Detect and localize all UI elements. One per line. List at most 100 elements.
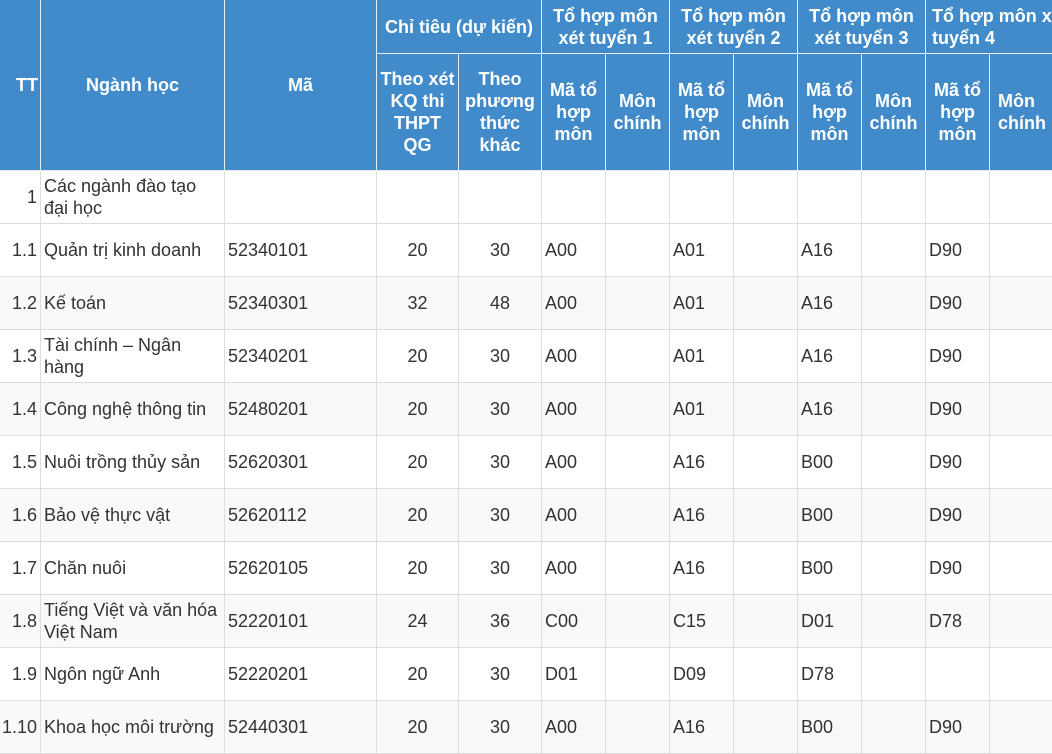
cell-mon-chinh: [989, 435, 1052, 489]
cell-ct2: 30: [457, 382, 543, 436]
cell-th3: B00: [797, 488, 863, 542]
cell-nganh: Ngôn ngữ Anh: [40, 647, 225, 701]
cell-th2: C15: [669, 594, 735, 648]
cell-th4: D90: [925, 435, 991, 489]
cell-tt: 1.4: [0, 382, 41, 436]
header-ma-tohop: Mã tổ hợp môn: [797, 53, 863, 171]
cell-th2: D09: [669, 647, 735, 701]
table-row: 1.10 Khoa học môi trường 52440301 20 30 A00 A1…: [0, 700, 1052, 754]
cell-mon-chinh: [989, 541, 1052, 595]
cell-ct2: 30: [457, 700, 543, 754]
cell-nganh: Kế toán: [40, 276, 225, 330]
cell-th2: A16: [669, 541, 735, 595]
cell-ma: 52220201: [224, 647, 377, 701]
cell-mon-chinh: [605, 329, 671, 383]
cell-tt: 1.9: [0, 647, 41, 701]
cell-ct1: 24: [376, 594, 459, 648]
cell-mon-chinh: [733, 594, 799, 648]
cell-ct1: [376, 170, 459, 224]
cell-th4: D90: [925, 329, 991, 383]
cell-ma: 52340201: [224, 329, 377, 383]
cell-th3: B00: [797, 541, 863, 595]
cell-tt: 1.3: [0, 329, 41, 383]
cell-mon-chinh: [861, 488, 927, 542]
cell-ct1: 20: [376, 488, 459, 542]
cell-mon-chinh: [733, 700, 799, 754]
cell-th3: D78: [797, 647, 863, 701]
cell-tt: 1.5: [0, 435, 41, 489]
cell-ma: 52220101: [224, 594, 377, 648]
cell-ma: 52620301: [224, 435, 377, 489]
cell-th2: A16: [669, 700, 735, 754]
cell-th4: D90: [925, 382, 991, 436]
cell-ct1: 20: [376, 647, 459, 701]
cell-tt: 1.1: [0, 223, 41, 277]
cell-ct1: 20: [376, 223, 459, 277]
cell-th1: A00: [541, 329, 607, 383]
cell-th3: D01: [797, 594, 863, 648]
header-tohop-2: Tổ hợp môn xét tuyển 2: [669, 0, 799, 54]
table-row: 1.3 Tài chính – Ngân hàng 52340201 20 30 A00 A…: [0, 329, 1052, 383]
cell-mon-chinh: [989, 382, 1052, 436]
cell-ma: 52480201: [224, 382, 377, 436]
header-chitieu-khac: Theo phương thức khác: [457, 53, 543, 171]
cell-th4: D90: [925, 541, 991, 595]
cell-th2: [669, 170, 735, 224]
table-row: 1.9 Ngôn ngữ Anh 52220201 20 30 D01 D09 D78: [0, 647, 1052, 701]
cell-mon-chinh: [733, 329, 799, 383]
cell-mon-chinh: [861, 647, 927, 701]
cell-th1: D01: [541, 647, 607, 701]
cell-mon-chinh: [733, 276, 799, 330]
cell-th4: D90: [925, 223, 991, 277]
table-row: 1.5 Nuôi trồng thủy sản 52620301 20 30 A00 A16…: [0, 435, 1052, 489]
cell-ct1: 32: [376, 276, 459, 330]
header-nganh: Ngành học: [40, 0, 225, 171]
header-mon-chinh: Môn chính: [733, 53, 799, 171]
cell-th1: A00: [541, 382, 607, 436]
header-tohop-3: Tổ hợp môn xét tuyển 3: [797, 0, 927, 54]
table-row: 1.2 Kế toán 52340301 32 48 A00 A01 A16 D90: [0, 276, 1052, 330]
cell-mon-chinh: [605, 223, 671, 277]
cell-th3: B00: [797, 435, 863, 489]
cell-mon-chinh: [989, 276, 1052, 330]
cell-mon-chinh: [989, 223, 1052, 277]
cell-ct2: 30: [457, 647, 543, 701]
cell-th4: D90: [925, 700, 991, 754]
cell-nganh: Công nghệ thông tin: [40, 382, 225, 436]
cell-nganh: Nuôi trồng thủy sản: [40, 435, 225, 489]
cell-th4: [925, 170, 991, 224]
cell-mon-chinh: [733, 541, 799, 595]
cell-th1: A00: [541, 700, 607, 754]
cell-th4: D78: [925, 594, 991, 648]
cell-mon-chinh: [605, 488, 671, 542]
cell-nganh: Chăn nuôi: [40, 541, 225, 595]
cell-mon-chinh: [861, 170, 927, 224]
cell-mon-chinh: [605, 435, 671, 489]
header-mon-chinh: Môn chính: [605, 53, 671, 171]
table-row: 1.7 Chăn nuôi 52620105 20 30 A00 A16 B00 D90: [0, 541, 1052, 595]
cell-tt: 1.2: [0, 276, 41, 330]
cell-ct1: 20: [376, 382, 459, 436]
cell-th1: A00: [541, 541, 607, 595]
cell-th1: C00: [541, 594, 607, 648]
cell-tt: 1.8: [0, 594, 41, 648]
cell-ct1: 20: [376, 435, 459, 489]
header-mon-chinh: Môn chính: [861, 53, 927, 171]
cell-mon-chinh: [733, 488, 799, 542]
header-ma-tohop: Mã tổ hợp môn: [925, 53, 991, 171]
header-ma-tohop: Mã tổ hợp môn: [541, 53, 607, 171]
cell-ct1: 20: [376, 541, 459, 595]
cell-mon-chinh: [733, 382, 799, 436]
cell-ct2: 30: [457, 435, 543, 489]
cell-th2: A01: [669, 382, 735, 436]
table-row: 1 Các ngành đào tạo đại học: [0, 170, 1052, 224]
header-ma-tohop: Mã tổ hợp môn: [669, 53, 735, 171]
cell-th1: A00: [541, 223, 607, 277]
header-tohop-4: Tổ hợp môn xét tuyển 4: [925, 0, 1052, 54]
cell-mon-chinh: [605, 541, 671, 595]
cell-mon-chinh: [861, 594, 927, 648]
cell-mon-chinh: [733, 223, 799, 277]
header-tohop-1: Tổ hợp môn xét tuyển 1: [541, 0, 671, 54]
cell-ma: 52340301: [224, 276, 377, 330]
cell-mon-chinh: [989, 594, 1052, 648]
